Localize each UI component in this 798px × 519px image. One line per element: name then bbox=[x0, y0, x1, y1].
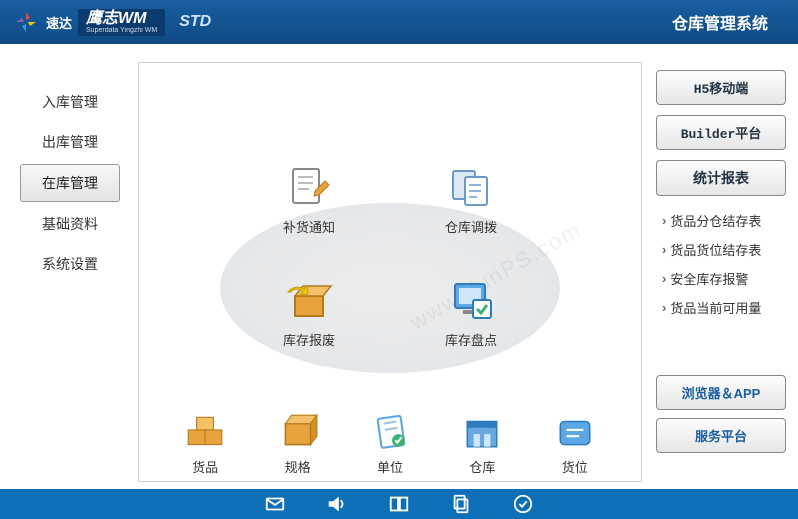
center-item-stock-scrap[interactable]: 库存报废 bbox=[283, 276, 335, 349]
copy-icon[interactable] bbox=[450, 493, 472, 515]
link-safety-stock-alert[interactable]: 安全库存报警 bbox=[656, 264, 786, 293]
bottom-item-label: 规格 bbox=[285, 457, 311, 476]
windmill-logo-icon bbox=[12, 10, 40, 34]
content-box: www.YunPS.com 补货通知 仓库调拨 bbox=[138, 62, 642, 482]
sidebar-item-outbound[interactable]: 出库管理 bbox=[20, 124, 120, 160]
edition-label: STD bbox=[179, 13, 211, 31]
btn-builder-platform[interactable]: Builder平台 bbox=[656, 115, 786, 150]
brand-main: 鹰志WM bbox=[86, 11, 157, 27]
brand-sub: Superdata Yingzhi WM bbox=[86, 27, 157, 34]
brand-block: 鹰志WM Superdata Yingzhi WM bbox=[78, 9, 165, 36]
right-panel: H5移动端 Builder平台 统计报表 货品分仓结存表 货品货位结存表 安全库… bbox=[650, 44, 798, 489]
sound-icon[interactable] bbox=[326, 493, 348, 515]
bottom-item-goods[interactable]: 货品 bbox=[184, 411, 226, 476]
goods-boxes-icon bbox=[184, 411, 226, 453]
bottom-item-warehouse[interactable]: 仓库 bbox=[461, 411, 503, 476]
bottom-item-label: 单位 bbox=[377, 457, 403, 476]
link-goods-location-balance[interactable]: 货品货位结存表 bbox=[656, 235, 786, 264]
sidebar-item-basedata[interactable]: 基础资料 bbox=[20, 206, 120, 242]
bottom-item-label: 货品 bbox=[192, 457, 218, 476]
center-item-label: 库存盘点 bbox=[445, 330, 497, 349]
brand-text-1: 速达 bbox=[46, 13, 72, 32]
center-item-label: 仓库调拨 bbox=[445, 217, 497, 236]
link-goods-warehouse-balance[interactable]: 货品分仓结存表 bbox=[656, 206, 786, 235]
logo-area: 速达 鹰志WM Superdata Yingzhi WM bbox=[12, 9, 165, 36]
location-icon bbox=[554, 411, 596, 453]
center-item-warehouse-transfer[interactable]: 仓库调拨 bbox=[445, 163, 497, 236]
inventory-check-icon bbox=[447, 276, 495, 324]
sidebar-item-instock[interactable]: 在库管理 bbox=[20, 164, 120, 202]
transfer-doc-icon bbox=[447, 163, 495, 211]
app-header: 速达 鹰志WM Superdata Yingzhi WM STD 仓库管理系统 bbox=[0, 0, 798, 44]
btn-stat-report[interactable]: 统计报表 bbox=[656, 160, 786, 196]
link-goods-available-qty[interactable]: 货品当前可用量 bbox=[656, 293, 786, 322]
center-item-label: 补货通知 bbox=[283, 217, 335, 236]
bottom-item-location[interactable]: 货位 bbox=[554, 411, 596, 476]
btn-browser-app[interactable]: 浏览器＆APP bbox=[656, 375, 786, 410]
center-item-label: 库存报废 bbox=[283, 330, 335, 349]
report-links: 货品分仓结存表 货品货位结存表 安全库存报警 货品当前可用量 bbox=[656, 206, 786, 322]
app-title: 仓库管理系统 bbox=[672, 10, 768, 34]
bottom-item-label: 仓库 bbox=[469, 457, 495, 476]
center-item-inventory-count[interactable]: 库存盘点 bbox=[445, 276, 497, 349]
box-recycle-icon bbox=[285, 276, 333, 324]
bottom-item-unit[interactable]: 单位 bbox=[369, 411, 411, 476]
btn-h5-mobile[interactable]: H5移动端 bbox=[656, 70, 786, 105]
bottom-item-label: 货位 bbox=[562, 457, 588, 476]
sidebar: 入库管理 出库管理 在库管理 基础资料 系统设置 bbox=[0, 44, 130, 489]
bottom-item-spec[interactable]: 规格 bbox=[277, 411, 319, 476]
sidebar-item-inbound[interactable]: 入库管理 bbox=[20, 84, 120, 120]
warehouse-icon bbox=[461, 411, 503, 453]
center-menu: 补货通知 仓库调拨 库存报废 bbox=[139, 163, 641, 349]
note-edit-icon bbox=[285, 163, 333, 211]
center-item-restock-notice[interactable]: 补货通知 bbox=[283, 163, 335, 236]
check-icon[interactable] bbox=[512, 493, 534, 515]
unit-sheet-icon bbox=[369, 411, 411, 453]
right-bottom-buttons: 浏览器＆APP 服务平台 bbox=[656, 375, 786, 461]
content-area: www.YunPS.com 补货通知 仓库调拨 bbox=[130, 44, 650, 489]
sidebar-item-settings[interactable]: 系统设置 bbox=[20, 246, 120, 282]
book-icon[interactable] bbox=[388, 493, 410, 515]
btn-service-platform[interactable]: 服务平台 bbox=[656, 418, 786, 453]
spec-box-icon bbox=[277, 411, 319, 453]
bottom-nav: 货品 规格 单位 仓库 货位 bbox=[139, 411, 641, 481]
mail-icon[interactable] bbox=[264, 493, 286, 515]
main-area: 入库管理 出库管理 在库管理 基础资料 系统设置 www.YunPS.com 补… bbox=[0, 44, 798, 489]
footer-bar bbox=[0, 489, 798, 519]
